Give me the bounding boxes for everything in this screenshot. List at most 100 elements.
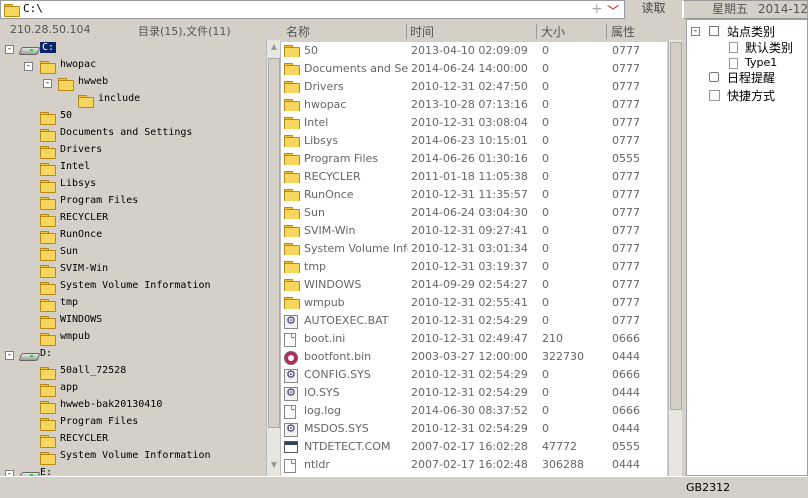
add-path-button[interactable]: +	[591, 1, 603, 17]
tree-label: RunOnce	[60, 229, 103, 240]
scrollbar-thumb[interactable]	[670, 42, 682, 410]
file-size: 0	[542, 422, 549, 435]
file-row[interactable]: Libsys 2014-06-23 10:15:01 0 0777	[281, 132, 667, 150]
tree-scrollbar[interactable]: ▲ ▼	[266, 40, 280, 476]
file-attr: 0666	[612, 332, 640, 345]
file-attr: 0444	[612, 422, 640, 435]
file-size: 0	[542, 170, 549, 183]
folder-icon	[284, 207, 300, 219]
tree-label: D:	[40, 348, 53, 359]
file-row[interactable]: Program Files 2014-06-26 01:30:16 0 0555	[281, 150, 667, 168]
file-row[interactable]: Intel 2010-12-31 03:08:04 0 0777	[281, 114, 667, 132]
folder-icon	[40, 452, 56, 465]
file-row[interactable]: AUTOEXEC.BAT 2010-12-31 02:54:29 0 0777	[281, 312, 667, 330]
file-list[interactable]: 50 2013-04-10 02:09:09 0 0777 Documents and …	[280, 42, 667, 476]
column-time[interactable]: 时间	[410, 23, 434, 40]
file-name: AUTOEXEC.BAT	[304, 314, 389, 327]
read-button[interactable]: 读取	[624, 0, 682, 19]
file-row[interactable]: NTDETECT.COM 2007-02-17 16:02:28 47772 0555	[281, 438, 667, 456]
file-attr: 0777	[612, 170, 640, 183]
collapse-icon[interactable]: -	[24, 62, 33, 71]
folder-icon	[40, 61, 56, 74]
file-size: 0	[542, 224, 549, 237]
file-row[interactable]: RunOnce 2010-12-31 11:35:57 0 0777	[281, 186, 667, 204]
tree-label: 50all_72528	[60, 365, 127, 376]
scroll-down-icon[interactable]: ▼	[269, 460, 279, 472]
file-list-scrollbar[interactable]	[668, 40, 682, 476]
collapse-icon[interactable]: -	[5, 351, 14, 360]
site-category[interactable]: 站点类别	[727, 23, 775, 40]
shortcuts[interactable]: 快捷方式	[727, 87, 775, 104]
file-row[interactable]: IO.SYS 2010-12-31 02:54:29 0 0444	[281, 384, 667, 402]
file-size: 0	[542, 278, 549, 291]
schedule-reminder[interactable]: 日程提醒	[727, 69, 775, 86]
file-row[interactable]: Documents and Set...2014-06-24 14:00:00 0…	[281, 60, 667, 78]
file-attr: 0777	[612, 242, 640, 255]
file-row[interactable]: boot.ini 2010-12-31 02:49:47 210 0666	[281, 330, 667, 348]
column-name[interactable]: 名称	[286, 23, 310, 40]
collapse-icon[interactable]: -	[43, 79, 52, 88]
file-size: 0	[542, 188, 549, 201]
file-row[interactable]: MSDOS.SYS 2010-12-31 02:54:29 0 0444	[281, 420, 667, 438]
file-row[interactable]: WINDOWS 2014-09-29 02:54:27 0 0777	[281, 276, 667, 294]
file-attr: 0777	[612, 44, 640, 57]
file-attr: 0444	[612, 386, 640, 399]
file-attr: 0666	[612, 368, 640, 381]
gear-file-icon	[284, 315, 298, 329]
scrollbar-thumb[interactable]	[268, 58, 280, 428]
file-row[interactable]: hwopac 2013-10-28 07:13:16 0 0777	[281, 96, 667, 114]
tree-label: C:	[40, 42, 57, 53]
file-row[interactable]: CONFIG.SYS 2010-12-31 02:54:29 0 0666	[281, 366, 667, 384]
collapse-icon[interactable]: -	[5, 45, 14, 54]
file-icon	[284, 405, 296, 419]
file-row[interactable]: SVIM-Win 2010-12-31 09:27:41 0 0777	[281, 222, 667, 240]
path-bar[interactable]: C:\ + ﹀	[0, 0, 668, 19]
tree-label: include	[98, 93, 141, 104]
file-time: 2013-10-28 07:13:16	[411, 98, 528, 111]
file-name: NTDETECT.COM	[304, 440, 391, 453]
file-row[interactable]: Drivers 2010-12-31 02:47:50 0 0777	[281, 78, 667, 96]
file-row[interactable]: ntldr 2007-02-17 16:02:48 306288 0444	[281, 456, 667, 474]
file-row[interactable]: Sun 2014-06-24 03:04:30 0 0777	[281, 204, 667, 222]
column-attr[interactable]: 属性	[611, 23, 635, 40]
shortcut-icon	[709, 90, 720, 101]
collapse-icon[interactable]: -	[691, 27, 700, 36]
file-row[interactable]: wmpub 2010-12-31 02:55:41 0 0777	[281, 294, 667, 312]
path-input[interactable]: C:\	[23, 2, 43, 15]
file-row[interactable]: System Volume Info...2010-12-31 03:01:34…	[281, 240, 667, 258]
file-size: 0	[542, 152, 549, 165]
file-row[interactable]: tmp 2010-12-31 03:19:37 0 0777	[281, 258, 667, 276]
folder-icon	[40, 163, 56, 176]
folder-icon	[40, 282, 56, 295]
file-size: 0	[542, 116, 549, 129]
tree-label: hwopac	[60, 59, 97, 70]
file-row[interactable]: bootfont.bin 2003-03-27 12:00:00 322730 044…	[281, 348, 667, 366]
exe-file-icon	[284, 441, 298, 453]
file-row[interactable]: RECYCLER 2011-01-18 11:05:38 0 0777	[281, 168, 667, 186]
folder-icon	[284, 63, 300, 75]
file-name: Sun	[304, 206, 325, 219]
directory-tree[interactable]: - C: - hwopac - hwweb include 50 Documents and S…	[0, 40, 268, 476]
file-name: CONFIG.SYS	[304, 368, 371, 381]
folder-icon	[40, 231, 56, 244]
scroll-up-icon[interactable]: ▲	[269, 42, 279, 54]
file-time: 2010-12-31 02:47:50	[411, 80, 528, 93]
type1-category[interactable]: Type1	[745, 56, 777, 69]
column-size[interactable]: 大小	[541, 23, 565, 40]
default-category[interactable]: 默认类别	[745, 39, 793, 56]
gear-file-icon	[284, 423, 298, 437]
file-attr: 0777	[612, 62, 640, 75]
file-row[interactable]: 50 2013-04-10 02:09:09 0 0777	[281, 42, 667, 60]
file-size: 0	[542, 386, 549, 399]
file-icon	[284, 459, 296, 473]
chevron-down-icon[interactable]: ﹀	[607, 2, 619, 19]
tree-label: E:	[40, 467, 53, 476]
tree-label: System Volume Information	[60, 450, 211, 461]
file-size: 0	[542, 134, 549, 147]
file-row[interactable]: log.log 2014-06-30 08:37:52 0 0666	[281, 402, 667, 420]
page-icon	[729, 42, 738, 53]
tree-label: Intel	[60, 161, 91, 172]
file-attr: 0777	[612, 116, 640, 129]
file-size: 0	[542, 404, 549, 417]
tree-label: Program Files	[60, 416, 139, 427]
